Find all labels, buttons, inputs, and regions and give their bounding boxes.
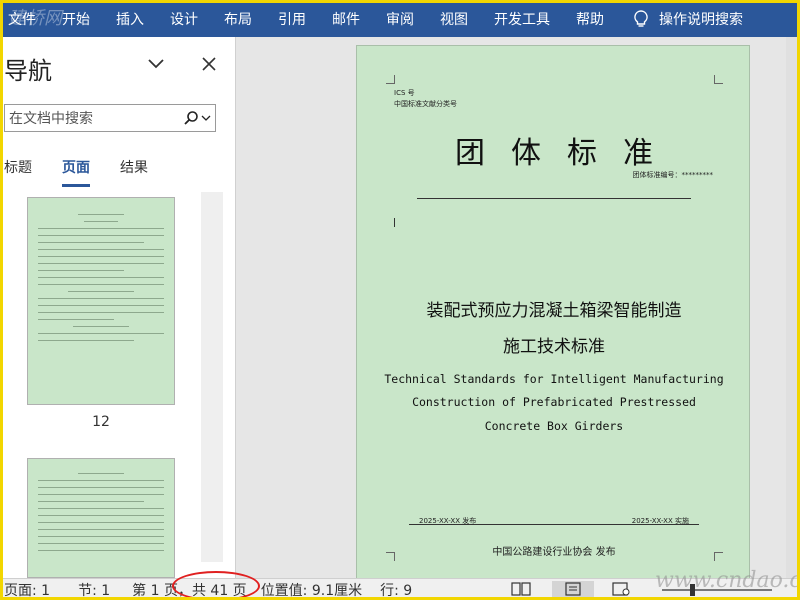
tab-help[interactable]: 帮助: [563, 9, 617, 29]
classification-number: 中国标准文献分类号: [394, 100, 457, 108]
page-thumbnail[interactable]: [27, 458, 175, 578]
read-mode-icon[interactable]: [510, 581, 532, 597]
web-layout-icon[interactable]: [610, 581, 632, 597]
nav-pane-title: 导航: [4, 57, 52, 85]
caret-down-icon[interactable]: [201, 114, 211, 122]
divider-line: [409, 524, 699, 525]
document-heading: 团体标准: [455, 136, 679, 171]
standard-number: 团体标准编号：*********: [632, 171, 714, 179]
page-thumbnail[interactable]: [27, 197, 175, 405]
tab-review[interactable]: 审阅: [373, 9, 427, 29]
tab-view[interactable]: 视图: [427, 9, 481, 29]
nav-tab-strip: 标题 页面 结果: [4, 157, 178, 187]
tab-mailings[interactable]: 邮件: [319, 9, 373, 29]
document-canvas[interactable]: ICS 号 中国标准文献分类号 团体标准 团体标准编号：********* 装配…: [237, 37, 800, 578]
ribbon-tab-bar: 文件 开始 插入 设计 布局 引用 邮件 审阅 视图 开发工具 帮助 操作说明搜…: [0, 0, 800, 37]
zoom-slider-thumb[interactable]: [690, 584, 695, 596]
zoom-slider[interactable]: [662, 589, 772, 591]
thumbnail-page-number: 12: [92, 414, 110, 430]
title-english-line-2: Construction of Prefabricated Prestresse…: [412, 395, 696, 409]
crop-mark: [714, 75, 723, 84]
search-icon[interactable]: [183, 110, 199, 126]
nav-tab-results[interactable]: 结果: [120, 157, 148, 177]
issuer: 中国公路建设行业协会 发布: [492, 547, 616, 558]
ics-number: ICS 号: [394, 89, 415, 97]
crop-mark: [386, 75, 395, 84]
nav-tab-pages[interactable]: 页面: [62, 157, 90, 187]
document-scrollbar[interactable]: [786, 37, 800, 578]
title-english-line-1: Technical Standards for Intelligent Manu…: [384, 372, 724, 386]
tab-file[interactable]: 文件: [0, 9, 49, 29]
search-input[interactable]: 在文档中搜索: [4, 104, 216, 132]
chevron-down-icon[interactable]: [146, 57, 166, 71]
text-cursor: [394, 218, 395, 227]
tab-references[interactable]: 引用: [265, 9, 319, 29]
tab-insert[interactable]: 插入: [103, 9, 157, 29]
status-total-pages[interactable]: 共 41 页: [192, 580, 247, 600]
status-line[interactable]: 行: 9: [380, 580, 412, 600]
print-layout-icon[interactable]: [552, 581, 594, 597]
title-english-line-3: Concrete Box Girders: [484, 419, 624, 433]
nav-scrollbar[interactable]: [201, 192, 223, 562]
tab-developer[interactable]: 开发工具: [481, 9, 563, 29]
tab-layout[interactable]: 布局: [211, 9, 265, 29]
nav-tab-headings[interactable]: 标题: [4, 157, 32, 177]
navigation-pane: 导航 在文档中搜索 标题 页面 结果 12: [0, 37, 236, 578]
status-section[interactable]: 节: 1: [78, 580, 110, 600]
title-chinese-line-2: 施工技术标准: [503, 337, 605, 357]
ics-block: ICS 号 中国标准文献分类号: [394, 88, 457, 110]
lightbulb-icon[interactable]: [631, 9, 651, 29]
search-placeholder: 在文档中搜索: [9, 111, 93, 127]
tab-design[interactable]: 设计: [157, 9, 211, 29]
document-page[interactable]: ICS 号 中国标准文献分类号 团体标准 团体标准编号：********* 装配…: [356, 45, 750, 578]
status-page[interactable]: 页面: 1: [4, 580, 50, 600]
title-chinese-line-1: 装配式预应力混凝土箱梁智能制造: [426, 301, 682, 321]
tab-home[interactable]: 开始: [49, 9, 103, 29]
divider-line: [417, 198, 691, 199]
status-position[interactable]: 位置值: 9.1厘米: [261, 580, 362, 600]
tell-me-search[interactable]: 操作说明搜索: [659, 9, 743, 29]
status-page-of[interactable]: 第 1 页，: [132, 580, 192, 600]
close-icon[interactable]: [200, 55, 218, 73]
